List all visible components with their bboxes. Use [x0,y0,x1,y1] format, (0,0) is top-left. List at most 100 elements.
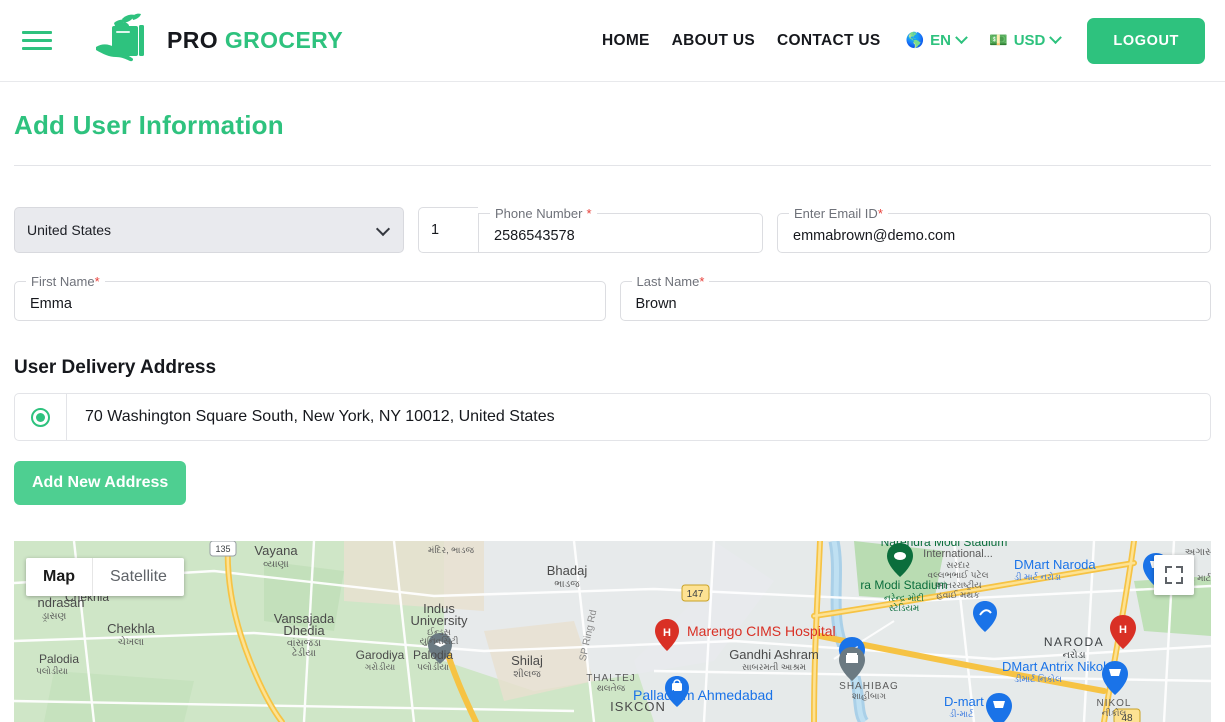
language-selector[interactable]: 🌎 EN [891,31,975,49]
svg-text:Palodia: Palodia [39,652,79,666]
svg-text:Garodiya: Garodiya [356,648,405,662]
svg-text:મંદિર, ભાડજ: મંદિર, ભાડજ [428,545,474,555]
map-fullscreen-button[interactable] [1154,555,1194,595]
svg-text:શીલજ: શીલજ [513,668,541,680]
dial-code-field[interactable] [418,207,478,253]
svg-text:Dhedia: Dhedia [283,623,325,638]
phone-number-label-text: Phone Number [495,206,583,221]
nav-link-home[interactable]: HOME [591,32,661,50]
brand-name: PRO GROCERY [167,27,343,54]
hamburger-bar [22,39,52,42]
language-value: EN [930,32,952,49]
delivery-address-title: User Delivery Address [14,357,217,378]
svg-text:Chekhla: Chekhla [107,621,155,636]
svg-text:પલોડીયા: પલોડીયા [36,665,68,676]
svg-text:ચેખલા: ચેખલા [118,635,145,648]
dial-code-input[interactable] [419,222,478,238]
first-name-input[interactable] [15,288,605,320]
email-input[interactable] [778,220,1210,252]
svg-text:ડ્રાસણ: ડ્રાસણ [42,611,67,622]
svg-text:શાહીબાગ: શાહીબાગ [852,691,887,701]
fullscreen-icon [1165,566,1183,584]
svg-text:નરોડા: નરોડા [1062,648,1086,661]
address-radio-selected[interactable] [31,407,50,427]
page-content: Add User Information United States Phone… [0,110,1225,505]
currency-selector[interactable]: 💵 USD [975,31,1069,49]
title-divider [14,165,1211,166]
map-route-shield: 135 [209,541,237,557]
required-asterisk: * [699,274,705,289]
first-name-field[interactable]: First Name* [14,275,606,321]
page-title: Add User Information [14,110,284,140]
svg-text:Narendra Modi Stadium: Narendra Modi Stadium [881,541,1008,549]
hamburger-bar [22,31,52,34]
svg-text:યુનિવર્સિટી: યુનિવર્સિટી [420,636,459,646]
svg-text:International...: International... [923,548,993,560]
phone-number-input[interactable] [479,220,762,252]
first-name-label-text: First Name [31,274,95,289]
svg-text:Bhadaj: Bhadaj [547,563,588,578]
nav-link-contact-us[interactable]: CONTACT US [766,32,891,50]
map-canvas: 135 147 48 H H Vayana વ્યાણા ndrasan ડ્ર… [14,541,1211,722]
nav-link-about-us[interactable]: ABOUT US [661,32,766,50]
svg-text:નીકોલ: નીકોલ [1102,707,1127,718]
required-asterisk: * [586,206,592,221]
svg-text:સરદાર: સરદાર [946,560,970,570]
hamburger-bar [22,47,52,50]
brand-name-pro: PRO [167,27,219,53]
currency-value: USD [1013,32,1046,49]
svg-text:H: H [663,627,671,639]
address-option-row[interactable]: 70 Washington Square South, New York, NY… [14,393,1211,441]
last-name-label-text: Last Name [636,274,700,289]
email-label-text: Enter Email ID [794,206,878,221]
svg-text:135: 135 [215,544,230,554]
globe-icon: 🌎 [905,32,925,49]
logout-button[interactable]: LOGOUT [1087,17,1205,64]
email-label: Enter Email ID* [789,207,888,220]
add-new-address-button[interactable]: Add New Address [14,461,187,505]
phone-group: Phone Number* [418,207,763,253]
phone-number-field[interactable]: Phone Number * [478,207,763,253]
form-row-contact: United States Phone Number* Enter Email … [14,207,1211,253]
brand-logo-link[interactable]: PRO GROCERY [92,13,343,69]
site-header: PRO GROCERY HOME ABOUT US CONTACT US 🌎 E… [0,0,1225,82]
brand-name-grocery: GROCERY [224,27,344,53]
chevron-down-icon [1049,31,1063,45]
svg-text:Palodia: Palodia [413,648,453,662]
grocery-bag-logo-icon [96,13,144,61]
map-type-satellite-button[interactable]: Satellite [92,558,184,596]
phone-number-label: Phone Number * [490,207,597,220]
country-select[interactable]: United States [14,207,404,253]
svg-text:147: 147 [687,589,704,600]
svg-text:ડીમાર્ટ નિકોલ: ડીમાર્ટ નિકોલ [1014,673,1062,684]
email-field[interactable]: Enter Email ID* [777,207,1211,253]
svg-text:Shilaj: Shilaj [511,653,543,668]
svg-text:ડી-માર્ટ: ડી-માર્ટ [949,709,973,719]
map-type-control: Map Satellite [26,558,184,596]
last-name-label: Last Name* [632,275,710,288]
svg-text:DMart Antrix Nikol: DMart Antrix Nikol [1002,659,1106,674]
svg-text:થલતેજ: થલતેજ [597,682,626,693]
money-icon: 💵 [989,32,1008,49]
svg-text:Vayana: Vayana [254,543,298,558]
svg-text:ra Modi Stadium: ra Modi Stadium [860,578,947,592]
last-name-input[interactable] [620,288,1210,320]
svg-text:ઢેડીયા: ઢેડીયા [292,646,317,659]
required-asterisk: * [877,206,883,221]
svg-text:DMart Naroda: DMart Naroda [1014,557,1096,572]
chevron-down-icon [955,31,968,45]
map-route-shield: 147 [681,584,710,602]
hamburger-icon[interactable] [22,21,74,61]
address-radio-cell[interactable] [15,394,67,440]
required-asterisk: * [94,274,100,289]
svg-text:H: H [1119,624,1127,636]
svg-text:Marengo CIMS Hospital: Marengo CIMS Hospital [687,623,836,639]
svg-text:Palladium Ahmedabad: Palladium Ahmedabad [633,687,773,703]
svg-text:વ્યાણા: વ્યાણા [263,559,289,570]
svg-text:Gandhi Ashram: Gandhi Ashram [729,647,819,662]
location-map[interactable]: 135 147 48 H H Vayana વ્યાણા ndrasan ડ્ર… [14,541,1211,722]
svg-text:નરેન્દ્ર મોદી: નરેન્દ્ર મોદી [884,592,924,603]
svg-text:D-mart: D-mart [944,694,984,709]
last-name-field[interactable]: Last Name* [619,275,1211,321]
map-type-map-button[interactable]: Map [26,558,92,596]
